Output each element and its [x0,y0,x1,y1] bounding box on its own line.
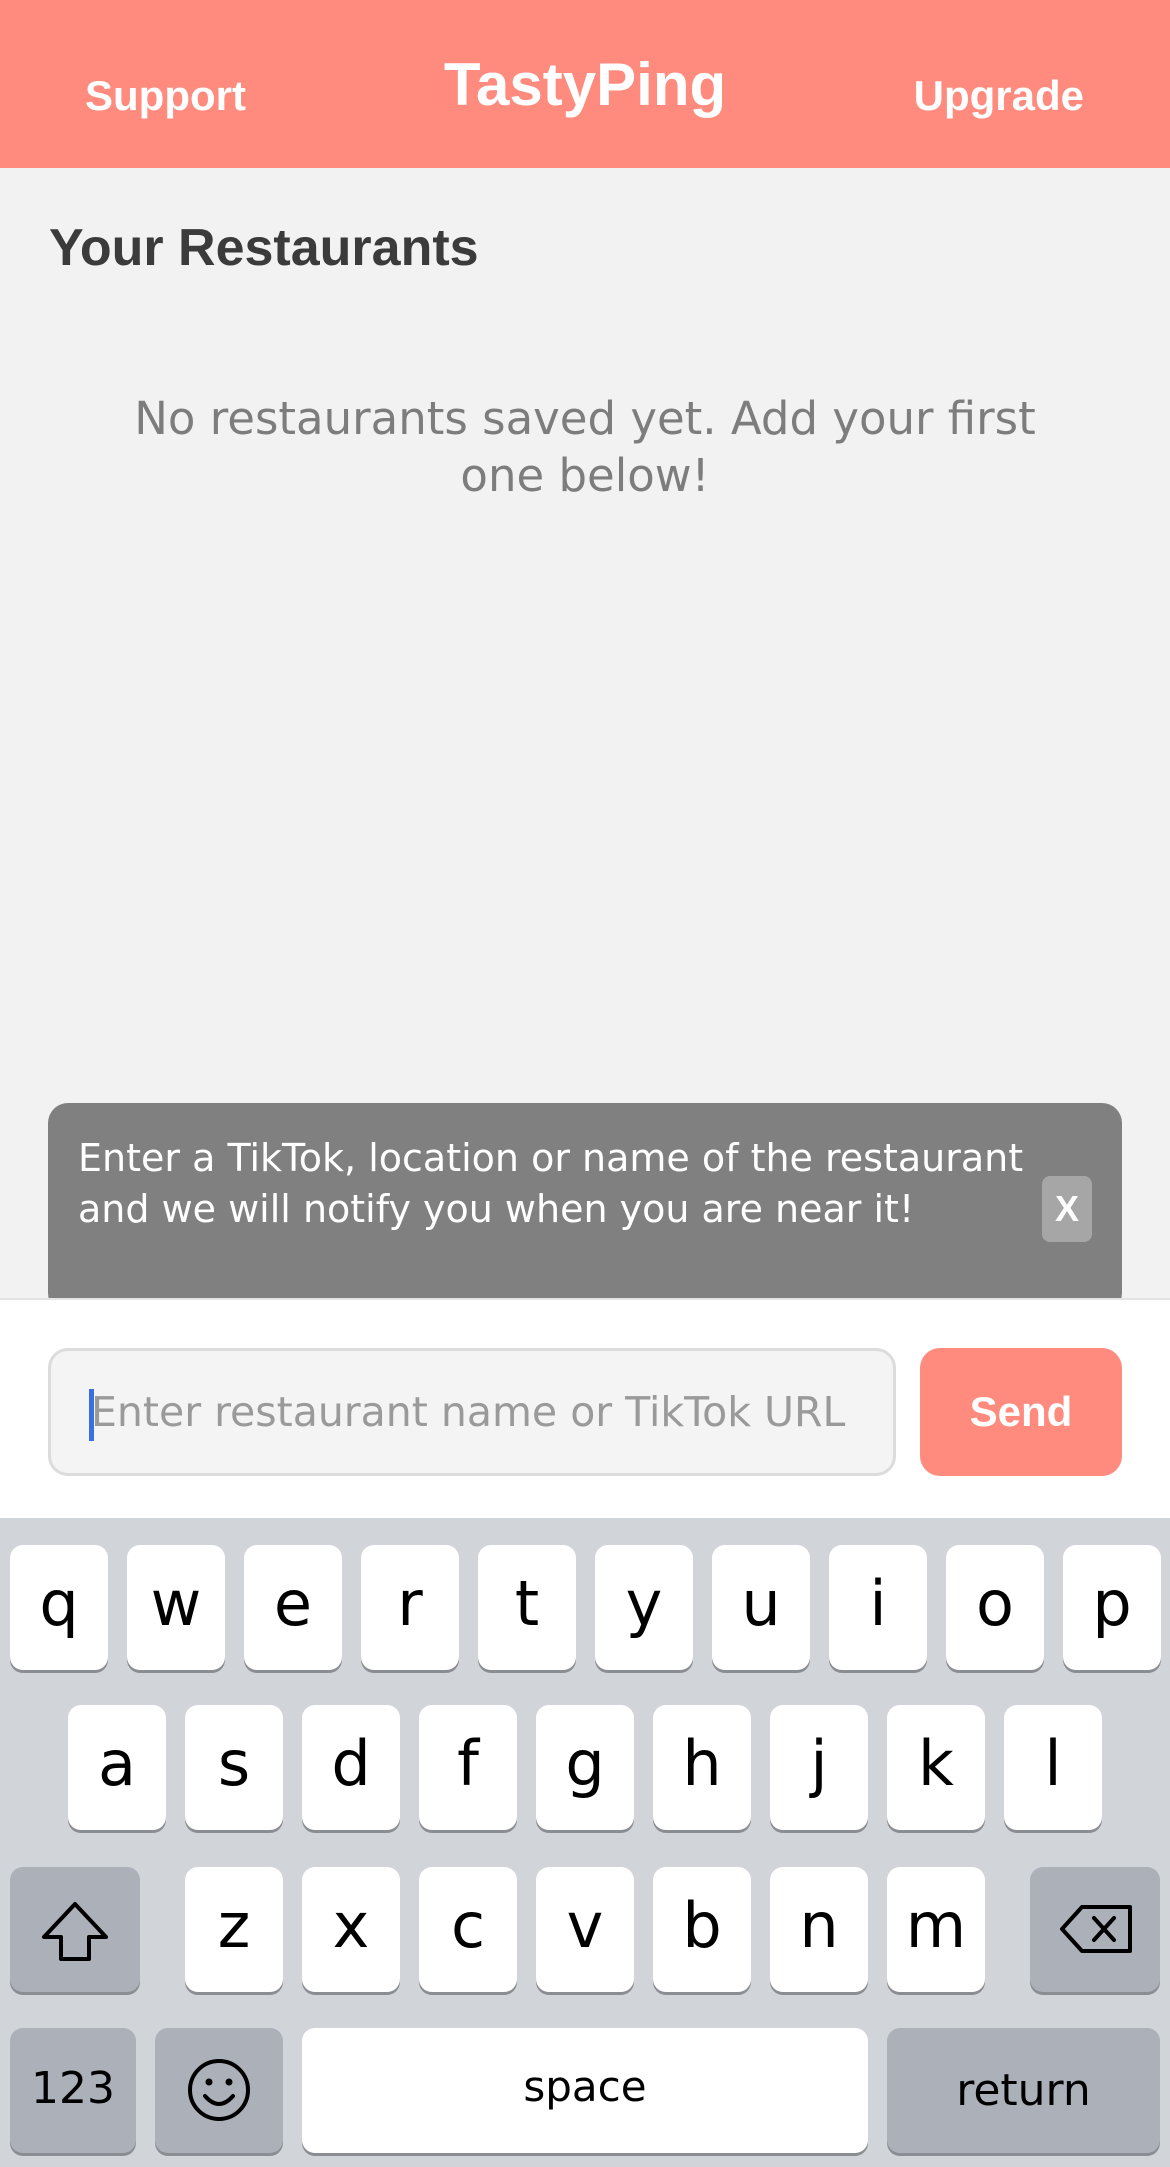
key-label: s [217,1727,251,1800]
key-label: n [799,1889,839,1962]
key-label: o [976,1567,1014,1640]
key-label: return [956,2065,1091,2116]
key-label: space [523,2062,647,2111]
key-label: g [565,1727,605,1800]
key-w[interactable]: w [127,1545,225,1670]
key-i[interactable]: i [829,1545,927,1670]
key-label: a [98,1727,136,1800]
upgrade-button[interactable]: Upgrade [914,72,1084,120]
key-label: w [150,1567,202,1640]
key-l[interactable]: l [1004,1705,1102,1830]
key-label: r [397,1567,423,1640]
key-label: p [1092,1567,1132,1640]
key-b[interactable]: b [653,1867,751,1992]
key-h[interactable]: h [653,1705,751,1830]
shift-key[interactable] [10,1867,140,1992]
key-n[interactable]: n [770,1867,868,1992]
key-c[interactable]: c [419,1867,517,1992]
key-m[interactable]: m [887,1867,985,1992]
backspace-icon [1060,1905,1132,1953]
key-t[interactable]: t [478,1545,576,1670]
key-q[interactable]: q [10,1545,108,1670]
key-label: m [905,1889,967,1962]
key-r[interactable]: r [361,1545,459,1670]
key-label: y [625,1567,663,1640]
key-y[interactable]: y [595,1545,693,1670]
restaurant-input[interactable] [91,1351,871,1473]
app-root: Support TastyPing Upgrade Your Restauran… [0,0,1170,2167]
hint-tooltip-text: Enter a TikTok, location or name of the … [78,1136,1024,1231]
header-bar: Support TastyPing Upgrade [0,0,1170,168]
restaurant-input-container[interactable] [48,1348,896,1476]
numbers-key[interactable]: 123 [10,2028,136,2153]
page-title: Your Restaurants [49,219,479,277]
send-button[interactable]: Send [920,1348,1122,1476]
key-z[interactable]: z [185,1867,283,1992]
emoji-smiley-icon [188,2059,250,2121]
key-label: v [566,1889,604,1962]
key-e[interactable]: e [244,1545,342,1670]
delete-key[interactable] [1030,1867,1160,1992]
key-p[interactable]: p [1063,1545,1161,1670]
key-label: t [514,1567,540,1640]
space-key[interactable]: space [302,2028,868,2153]
key-label: e [273,1567,313,1640]
on-screen-keyboard: q w e r t y u i o p a s d f g h j k l z … [0,1518,1170,2167]
key-label: c [450,1889,486,1962]
key-label: i [869,1567,887,1640]
key-label: q [39,1567,79,1640]
key-o[interactable]: o [946,1545,1044,1670]
hint-tooltip: Enter a TikTok, location or name of the … [48,1103,1122,1313]
key-label: f [457,1727,479,1800]
key-label: x [332,1889,370,1962]
key-s[interactable]: s [185,1705,283,1830]
shift-arrow-icon [42,1902,108,1961]
key-j[interactable]: j [770,1705,868,1830]
key-x[interactable]: x [302,1867,400,1992]
empty-state-message: No restaurants saved yet. Add your first… [134,392,1036,502]
key-d[interactable]: d [302,1705,400,1830]
key-f[interactable]: f [419,1705,517,1830]
key-label: 123 [31,2063,115,2114]
key-label: u [741,1567,781,1640]
key-label: j [810,1727,828,1800]
key-v[interactable]: v [536,1867,634,1992]
emoji-key[interactable] [155,2028,283,2153]
key-label: k [918,1727,954,1800]
key-label: b [682,1889,722,1962]
key-label: l [1044,1727,1062,1800]
key-label: z [217,1889,251,1962]
key-u[interactable]: u [712,1545,810,1670]
close-tooltip-button[interactable]: X [1042,1176,1092,1242]
key-label: d [331,1727,371,1800]
key-k[interactable]: k [887,1705,985,1830]
return-key[interactable]: return [887,2028,1160,2153]
input-bar: Send [0,1298,1170,1518]
key-label: h [682,1727,722,1800]
key-a[interactable]: a [68,1705,166,1830]
key-g[interactable]: g [536,1705,634,1830]
